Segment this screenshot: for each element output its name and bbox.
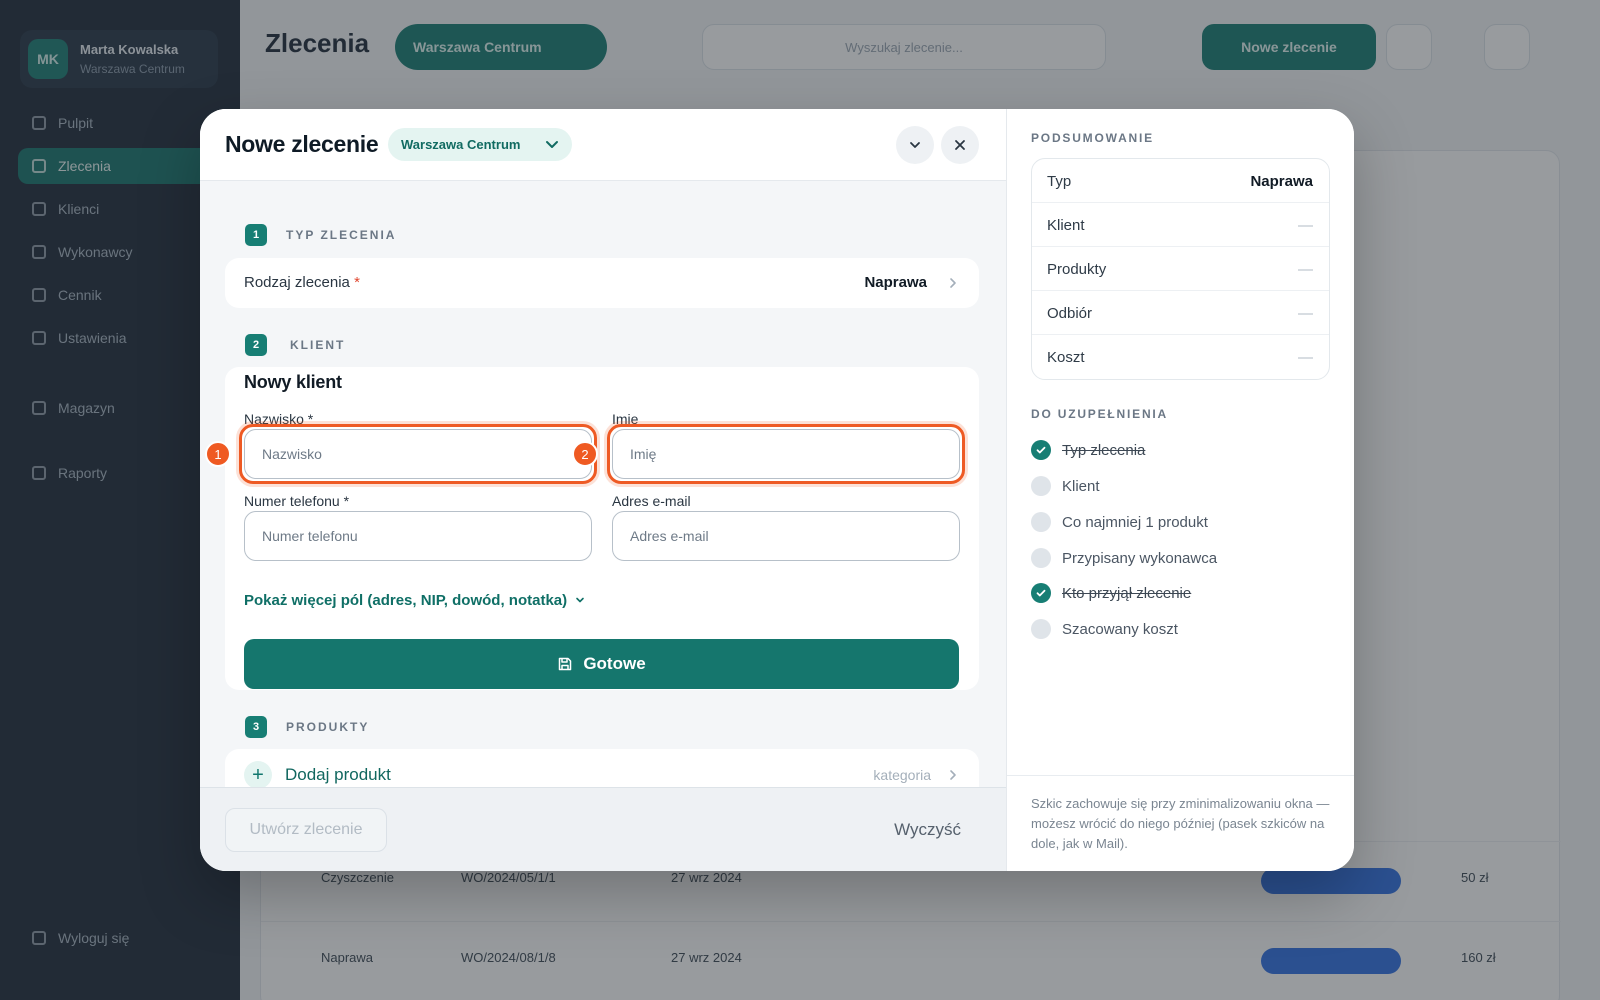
order-kind-label: Rodzaj zlecenia * (244, 274, 360, 291)
section-number: 3 (245, 716, 267, 738)
new-client-title: Nowy klient (244, 372, 342, 392)
todo-item: Kto przyjął zlecenie (1031, 583, 1191, 603)
section-client-header: 2 KLIENT (245, 334, 345, 356)
summary-card: Typ Naprawa Klient — Produkty — Odbiór — Kos… (1031, 158, 1330, 380)
step-badge: 1 (205, 441, 231, 467)
close-button[interactable] (941, 126, 979, 164)
summary-key: Typ (1047, 173, 1072, 190)
section-products-header: 3 PRODUKTY (245, 716, 369, 738)
summary-key: Klient (1047, 217, 1085, 234)
new-client-card: Nowy klient Nazwisko * 1 Imię 2 Numer te… (205, 367, 979, 690)
surname-input[interactable] (244, 429, 592, 479)
more-fields-link[interactable]: Pokaż więcej pól (adres, NIP, dowód, not… (244, 592, 585, 609)
todo-item: Typ zlecenia (1031, 440, 1145, 460)
todo-label: Przypisany wykonawca (1062, 549, 1218, 567)
save-icon (559, 657, 572, 671)
summary-row: Produkty — (1032, 247, 1329, 291)
order-form: Nowe zlecenie Warszawa Centrum 1 TYP ZLE… (200, 109, 1006, 871)
plus-icon: + (244, 761, 272, 789)
todo-item: Przypisany wykonawca (1031, 548, 1217, 568)
add-product-label: Dodaj produkt (285, 765, 391, 784)
email-label: Adres e-mail (612, 493, 691, 509)
section-label: KLIENT (290, 338, 346, 352)
modal-title: Nowe zlecenie (225, 131, 379, 157)
summary-row: Koszt — (1032, 335, 1329, 379)
summary-value: Naprawa (1250, 173, 1313, 190)
chevron-down-icon (910, 142, 920, 148)
summary-value: — (1298, 305, 1313, 322)
modal-footer: Utwórz zlecenie Wyczyść (200, 787, 1006, 871)
draft-note: Szkic zachowuje się przy zminimalizowani… (1031, 796, 1330, 851)
minimize-button[interactable] (896, 126, 934, 164)
email-input[interactable] (612, 511, 960, 561)
pending-dot-icon (1031, 512, 1051, 532)
section-label: PRODUKTY (286, 720, 370, 734)
done-label: Gotowe (583, 654, 646, 673)
clear-button[interactable]: Wyczyść (894, 820, 961, 840)
summary-key: Koszt (1047, 349, 1085, 366)
done-button[interactable]: Gotowe (244, 639, 959, 689)
todo-label: Szacowany koszt (1062, 620, 1178, 638)
summary-panel: PODSUMOWANIE Typ Naprawa Klient — Produkty… (1006, 109, 1354, 871)
summary-value: — (1298, 349, 1313, 366)
summary-heading: PODSUMOWANIE (1031, 131, 1154, 145)
todo-item: Szacowany koszt (1031, 619, 1178, 639)
section-type-header: 1 TYP ZLECENIA (245, 224, 396, 246)
new-order-modal: Nowe zlecenie Warszawa Centrum 1 TYP ZLE… (200, 109, 1354, 871)
modal-header: Nowe zlecenie Warszawa Centrum (200, 109, 1006, 181)
step-badge: 2 (572, 441, 598, 467)
close-icon (955, 140, 965, 150)
pending-dot-icon (1031, 619, 1051, 639)
draft-note-footer: Szkic zachowuje się przy zminimalizowani… (1007, 775, 1354, 871)
pending-dot-icon (1031, 476, 1051, 496)
firstname-input[interactable] (612, 429, 960, 479)
todo-label: Typ zlecenia (1062, 441, 1146, 459)
chevron-right-icon (950, 278, 956, 288)
summary-key: Produkty (1047, 261, 1107, 278)
required-mark: * (354, 274, 360, 291)
pending-dot-icon (1031, 548, 1051, 568)
summary-row: Klient — (1032, 203, 1329, 247)
chevron-down-icon (576, 597, 585, 603)
section-label: TYP ZLECENIA (286, 228, 397, 242)
category-hint: kategoria (873, 767, 931, 783)
phone-label: Numer telefonu * (244, 493, 350, 509)
todo-label: Klient (1062, 477, 1100, 495)
section-number: 2 (245, 334, 267, 356)
chevron-down-icon (546, 141, 558, 148)
location-dropdown[interactable]: Warszawa Centrum (388, 128, 572, 161)
phone-input[interactable] (244, 511, 592, 561)
check-icon (1031, 440, 1051, 460)
summary-value: — (1298, 217, 1313, 234)
summary-value: — (1298, 261, 1313, 278)
location-label: Warszawa Centrum (401, 137, 521, 152)
create-order-button[interactable]: Utwórz zlecenie (225, 808, 387, 852)
order-kind-value: Naprawa (864, 274, 927, 291)
section-number: 1 (245, 224, 267, 246)
order-kind-row[interactable]: Rodzaj zlecenia * Naprawa (225, 258, 979, 308)
summary-row: Odbiór — (1032, 291, 1329, 335)
todo-label: Co najmniej 1 produkt (1062, 513, 1208, 531)
order-kind-text: Rodzaj zlecenia (244, 274, 350, 291)
todo-heading: DO UZUPEŁNIENIA (1031, 407, 1169, 421)
summary-row: Typ Naprawa (1032, 159, 1329, 203)
todo-item: Klient (1031, 476, 1100, 496)
summary-key: Odbiór (1047, 305, 1093, 322)
todo-item: Co najmniej 1 produkt (1031, 512, 1208, 532)
todo-label: Kto przyjął zlecenie (1062, 584, 1192, 602)
check-icon (1031, 583, 1051, 603)
chevron-right-icon (950, 770, 956, 780)
more-fields-label: Pokaż więcej pól (adres, NIP, dowód, not… (244, 592, 568, 609)
